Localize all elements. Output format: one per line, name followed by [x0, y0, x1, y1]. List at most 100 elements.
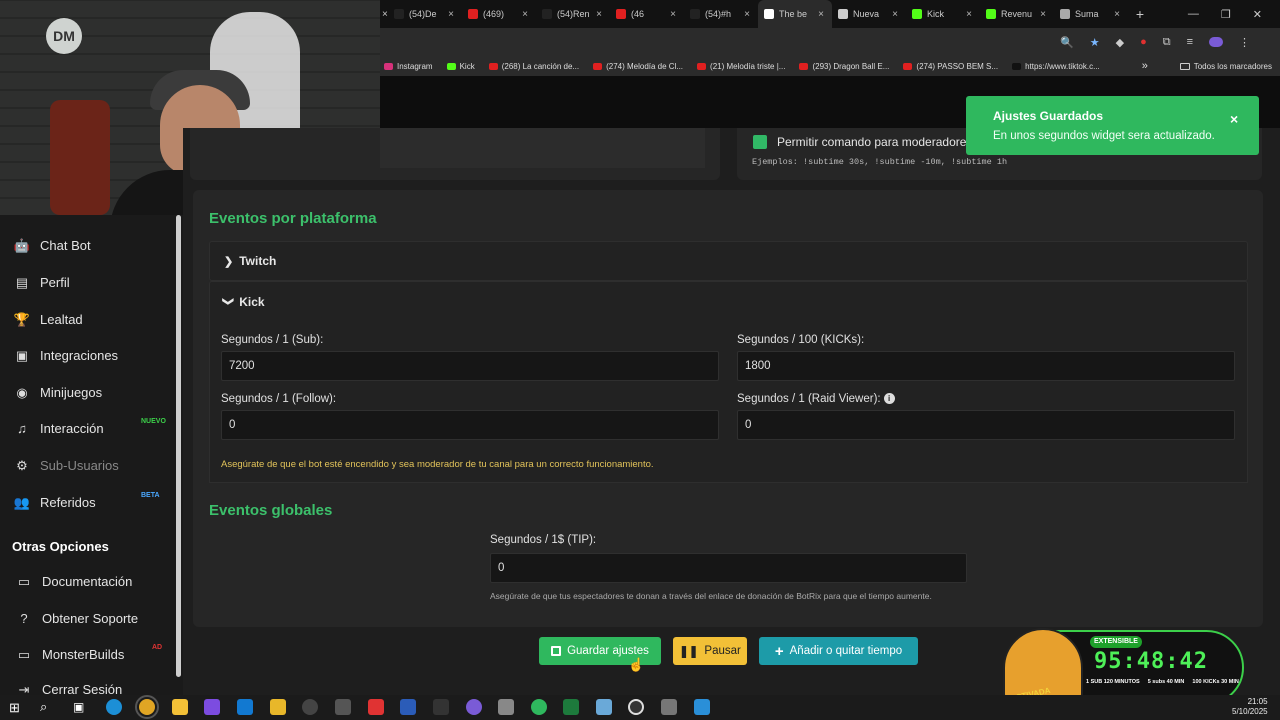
add-remove-time-button[interactable]: + Añadir o quitar tiempo: [759, 637, 918, 665]
bookmark-item[interactable]: (274) Melodía de Cl...: [593, 62, 683, 71]
edge-icon[interactable]: [106, 699, 122, 715]
follow-seconds-input[interactable]: 0: [221, 410, 719, 440]
id-card-icon: ▤: [15, 274, 29, 290]
moderators-checkbox[interactable]: [753, 135, 767, 149]
app-icon[interactable]: [628, 699, 644, 715]
word-icon[interactable]: [400, 699, 416, 715]
tip-seconds-input[interactable]: 0: [490, 553, 967, 583]
excel-icon[interactable]: [563, 699, 579, 715]
sidebar-item-label: Minijuegos: [40, 385, 103, 400]
search-icon[interactable]: ⌕: [40, 699, 47, 715]
browser-tab[interactable]: Nueva ×: [832, 0, 906, 28]
bookmark-star-icon[interactable]: ★: [1090, 36, 1100, 49]
capcut-icon[interactable]: [368, 699, 384, 715]
task-view-icon[interactable]: ▣: [73, 700, 84, 714]
sidebar-badge: NUEVO: [141, 418, 166, 425]
obs-icon[interactable]: [302, 699, 318, 715]
browser-tab[interactable]: (54)De ×: [388, 0, 462, 28]
tab-close-icon[interactable]: ×: [744, 9, 750, 20]
profile-avatar[interactable]: [1209, 37, 1223, 47]
sidebar-item[interactable]: 👥 Referidos: [14, 495, 96, 511]
browser-tab[interactable]: (54)#h ×: [684, 0, 758, 28]
browser-tab[interactable]: (46 ×: [610, 0, 684, 28]
tab-close-icon[interactable]: ×: [522, 9, 528, 20]
bookmark-item[interactable]: (293) Dragon Ball E...: [799, 62, 889, 71]
bookmark-item[interactable]: https://www.tiktok.c...: [1012, 62, 1100, 71]
app-icon[interactable]: [596, 699, 612, 715]
sidebar-item[interactable]: ▤ Perfil: [14, 274, 70, 291]
sidebar-item-label: Lealtad: [40, 312, 83, 327]
toast-close-button[interactable]: ×: [1230, 111, 1238, 127]
info-icon[interactable]: i: [883, 393, 895, 405]
globe-icon: [1060, 9, 1070, 19]
zoom-icon[interactable]: 🔍: [1060, 36, 1074, 49]
browser-tab[interactable]: (469) ×: [462, 0, 536, 28]
browser-tab[interactable]: Revenu ×: [980, 0, 1054, 28]
sidebar-other-item[interactable]: ? Obtener Soporte: [16, 611, 138, 626]
bookmarks-more-button[interactable]: »: [1142, 60, 1148, 72]
sidebar-item[interactable]: ⚙ Sub-Usuarios: [14, 458, 119, 474]
browser-tab[interactable]: Suma ×: [1054, 0, 1128, 28]
kick-icon: [986, 9, 996, 19]
extensions-puzzle-icon[interactable]: ⧉: [1163, 36, 1171, 49]
windows-start-icon[interactable]: ⊞: [9, 700, 20, 716]
tab-close-icon[interactable]: ×: [966, 9, 972, 20]
pause-button[interactable]: ❚❚ Pausar: [673, 637, 747, 665]
store-icon[interactable]: [172, 699, 188, 715]
sidebar-scrollbar[interactable]: [176, 215, 181, 677]
app-icon[interactable]: [498, 699, 514, 715]
browser-address-bar: 🔍 ★ ◆ ● ⧉ ≡ ⋮: [380, 28, 1280, 56]
outlook-icon[interactable]: [237, 699, 253, 715]
tab-close-icon[interactable]: ×: [380, 9, 388, 20]
bookmark-item[interactable]: (268) La canción de...: [488, 62, 579, 71]
sidebar-item[interactable]: 🏆 Lealtad: [14, 312, 83, 328]
tab-close-icon[interactable]: ×: [596, 9, 602, 20]
calculator-icon[interactable]: [661, 699, 677, 715]
tab-close-icon[interactable]: ×: [448, 9, 454, 20]
browser-tab[interactable]: The be ×: [758, 0, 832, 28]
sidebar-item-label: Cerrar Sesión: [42, 684, 123, 695]
minimize-button[interactable]: —: [1188, 8, 1199, 21]
new-tab-button[interactable]: +: [1128, 6, 1152, 22]
close-window-button[interactable]: ✕: [1253, 8, 1262, 21]
bookmark-label: (274) Melodía de Cl...: [606, 61, 684, 71]
app-icon[interactable]: [694, 699, 710, 715]
file-explorer-icon[interactable]: [270, 699, 286, 715]
sub-seconds-input[interactable]: 7200: [221, 351, 719, 381]
sidebar-item[interactable]: ♫ Interacción: [14, 421, 103, 436]
sidebar-other-item[interactable]: ▭ Documentación: [16, 574, 132, 590]
whatsapp-icon[interactable]: [531, 699, 547, 715]
all-bookmarks-folder[interactable]: Todos los marcadores: [1179, 62, 1280, 71]
browser-tab[interactable]: (54)Ren ×: [536, 0, 610, 28]
tab-close-icon[interactable]: ×: [1040, 9, 1046, 20]
sidebar-item[interactable]: ◉ Minijuegos: [14, 385, 103, 401]
tab-close-icon[interactable]: ×: [670, 9, 676, 20]
extension-icon[interactable]: ●: [1140, 36, 1147, 48]
sidebar-other-item[interactable]: ⇥ Cerrar Sesión: [16, 684, 123, 695]
extension-icon[interactable]: ◆: [1116, 36, 1124, 49]
bookmark-item[interactable]: (21) Melodía triste |...: [697, 62, 785, 71]
sidebar-other-item[interactable]: ▭ MonsterBuilds: [16, 647, 125, 663]
app-icon[interactable]: [433, 699, 449, 715]
bookmark-item[interactable]: Instagram: [384, 62, 433, 71]
sidebar-item[interactable]: 🤖 Chat Bot: [14, 238, 91, 254]
kick-accordion-header[interactable]: ❯ Kick: [209, 281, 1248, 321]
browser-menu-icon[interactable]: ⋮: [1239, 36, 1250, 49]
chrome-icon[interactable]: [135, 695, 159, 719]
reading-list-icon[interactable]: ≡: [1187, 36, 1193, 48]
twitch-accordion-header[interactable]: ❯ Twitch: [209, 241, 1248, 281]
kicks-seconds-input[interactable]: 1800: [737, 351, 1235, 381]
app-icon[interactable]: [204, 699, 220, 715]
tab-close-icon[interactable]: ×: [818, 9, 824, 20]
bookmark-item[interactable]: (274) PASSO BEM S...: [903, 62, 998, 71]
sidebar-item[interactable]: ▣ Integraciones: [14, 348, 118, 364]
tab-close-icon[interactable]: ×: [892, 9, 898, 20]
bookmark-item[interactable]: Kick: [446, 62, 475, 71]
browser-tab[interactable]: Kick ×: [906, 0, 980, 28]
discord-icon[interactable]: [466, 699, 482, 715]
tab-close-icon[interactable]: ×: [1114, 9, 1120, 20]
maximize-button[interactable]: ❐: [1221, 8, 1231, 21]
bookmarks-bar: Instagram Kick (268) La canción de... (274)…: [380, 56, 1280, 76]
raid-seconds-input[interactable]: 0: [737, 410, 1235, 440]
app-icon[interactable]: [335, 699, 351, 715]
